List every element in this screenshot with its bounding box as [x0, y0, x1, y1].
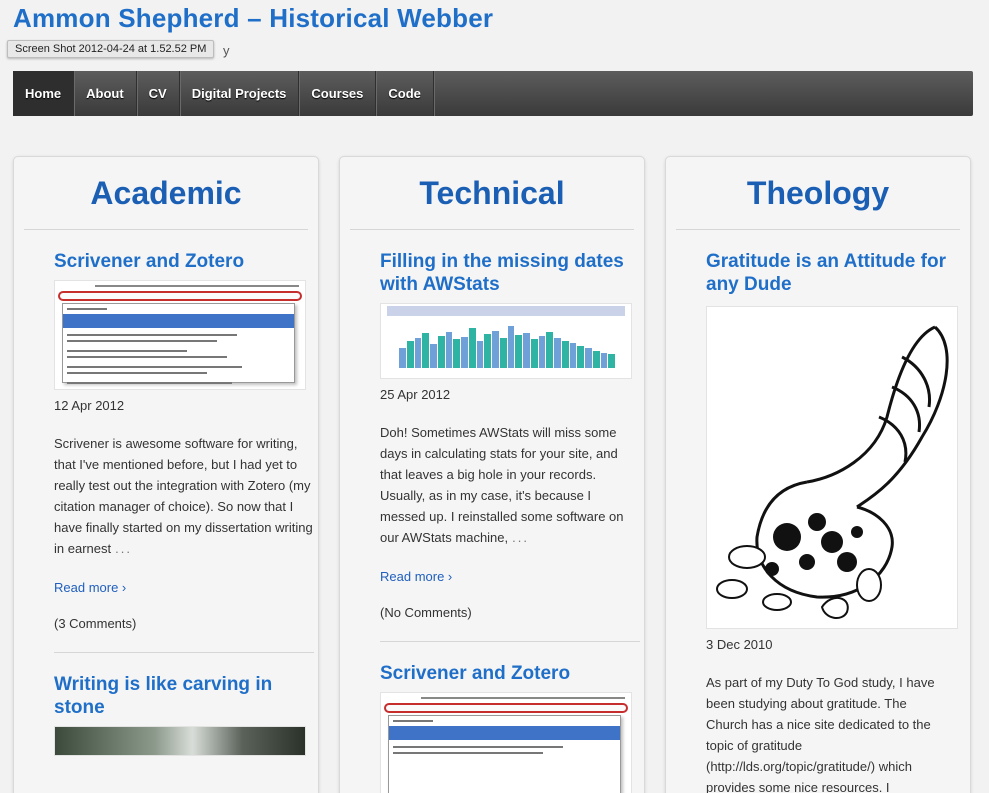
awstats-bar	[406, 340, 414, 368]
cornucopia-icon	[716, 325, 949, 619]
column-technical: Technical Filling in the missing dates w…	[339, 156, 645, 793]
awstats-bar	[476, 340, 484, 368]
nav-cv[interactable]: CV	[137, 71, 180, 116]
awstats-bar	[530, 339, 538, 368]
post-awstats: Filling in the missing dates with AWStat…	[340, 230, 644, 642]
nav-courses[interactable]: Courses	[299, 71, 377, 116]
main-navigation: Home About CV Digital Projects Courses C…	[13, 71, 973, 116]
nav-digital-projects[interactable]: Digital Projects	[180, 71, 300, 116]
site-title[interactable]: Ammon Shepherd – Historical Webber	[13, 3, 493, 34]
post-date: 25 Apr 2012	[380, 387, 451, 402]
awstats-bar	[546, 332, 553, 368]
post-title-link[interactable]: Filling in the missing dates with AWStat…	[380, 250, 640, 296]
post-date: 12 Apr 2012	[54, 398, 125, 413]
read-more-link[interactable]: Read more ›	[54, 580, 314, 595]
awstats-bar	[437, 335, 445, 368]
awstats-bar	[585, 348, 592, 368]
post-scrivener-zotero-2: Scrivener and Zotero	[340, 642, 644, 793]
comments-count[interactable]: (No Comments)	[380, 605, 640, 620]
awstats-chart-image[interactable]	[380, 303, 632, 379]
awstats-bar	[445, 332, 453, 368]
awstats-bar	[554, 338, 561, 368]
post-excerpt: Scrivener is awesome software for writin…	[54, 436, 313, 556]
image-tooltip: Screen Shot 2012-04-24 at 1.52.52 PM	[7, 40, 215, 58]
zotero-screenshot-image[interactable]	[380, 692, 632, 793]
nav-about[interactable]: About	[74, 71, 137, 116]
awstats-bar	[414, 338, 422, 368]
awstats-bar	[569, 343, 577, 368]
post-scrivener-zotero: Scrivener and Zotero 12 Apr 2012 Scriven…	[14, 230, 318, 653]
awstats-bar	[468, 328, 476, 368]
cornucopia-drawing-image[interactable]	[706, 306, 958, 629]
post-writing-carving-stone: Writing is like carving in stone	[14, 653, 318, 756]
post-gratitude: Gratitude is an Attitude for any Dude 3 …	[666, 230, 970, 793]
column-academic: Academic Scrivener and Zotero 12 Apr 201…	[13, 156, 319, 793]
post-date: 3 Dec 2010	[706, 637, 773, 652]
awstats-bar	[592, 350, 600, 368]
post-excerpt: As part of my Duty To God study, I have …	[706, 675, 935, 793]
post-excerpt: Doh! Sometimes AWStats will miss some da…	[380, 425, 624, 545]
zotero-screenshot-image[interactable]	[54, 280, 306, 390]
awstats-bar	[561, 340, 569, 368]
post-title-link[interactable]: Scrivener and Zotero	[54, 250, 314, 273]
nav-code[interactable]: Code	[376, 71, 434, 116]
column-heading: Academic	[24, 157, 308, 230]
awstats-bar	[608, 354, 615, 368]
awstats-bar	[499, 338, 507, 368]
post-title-link[interactable]: Scrivener and Zotero	[380, 662, 640, 685]
post-title-link[interactable]: Gratitude is an Attitude for any Dude	[706, 250, 966, 296]
awstats-bar	[600, 353, 608, 368]
awstats-bar	[484, 334, 491, 368]
awstats-bar	[523, 333, 530, 368]
awstats-bar	[515, 335, 522, 368]
awstats-bar	[422, 333, 429, 368]
column-heading: Theology	[676, 157, 960, 230]
awstats-bar	[507, 325, 515, 368]
read-more-link[interactable]: Read more ›	[380, 569, 640, 584]
column-heading: Technical	[350, 157, 634, 230]
awstats-bar	[430, 344, 437, 368]
nav-home[interactable]: Home	[13, 71, 75, 116]
column-theology: Theology Gratitude is an Attitude for an…	[665, 156, 971, 793]
stone-photo-image[interactable]	[54, 726, 306, 756]
awstats-bar	[492, 331, 499, 368]
awstats-bar	[399, 348, 406, 368]
awstats-bar	[577, 345, 584, 368]
awstats-bar	[461, 337, 468, 368]
awstats-bar	[453, 339, 460, 368]
awstats-bar	[538, 336, 546, 368]
post-title-link[interactable]: Writing is like carving in stone	[54, 673, 314, 719]
comments-count[interactable]: (3 Comments)	[54, 616, 314, 631]
